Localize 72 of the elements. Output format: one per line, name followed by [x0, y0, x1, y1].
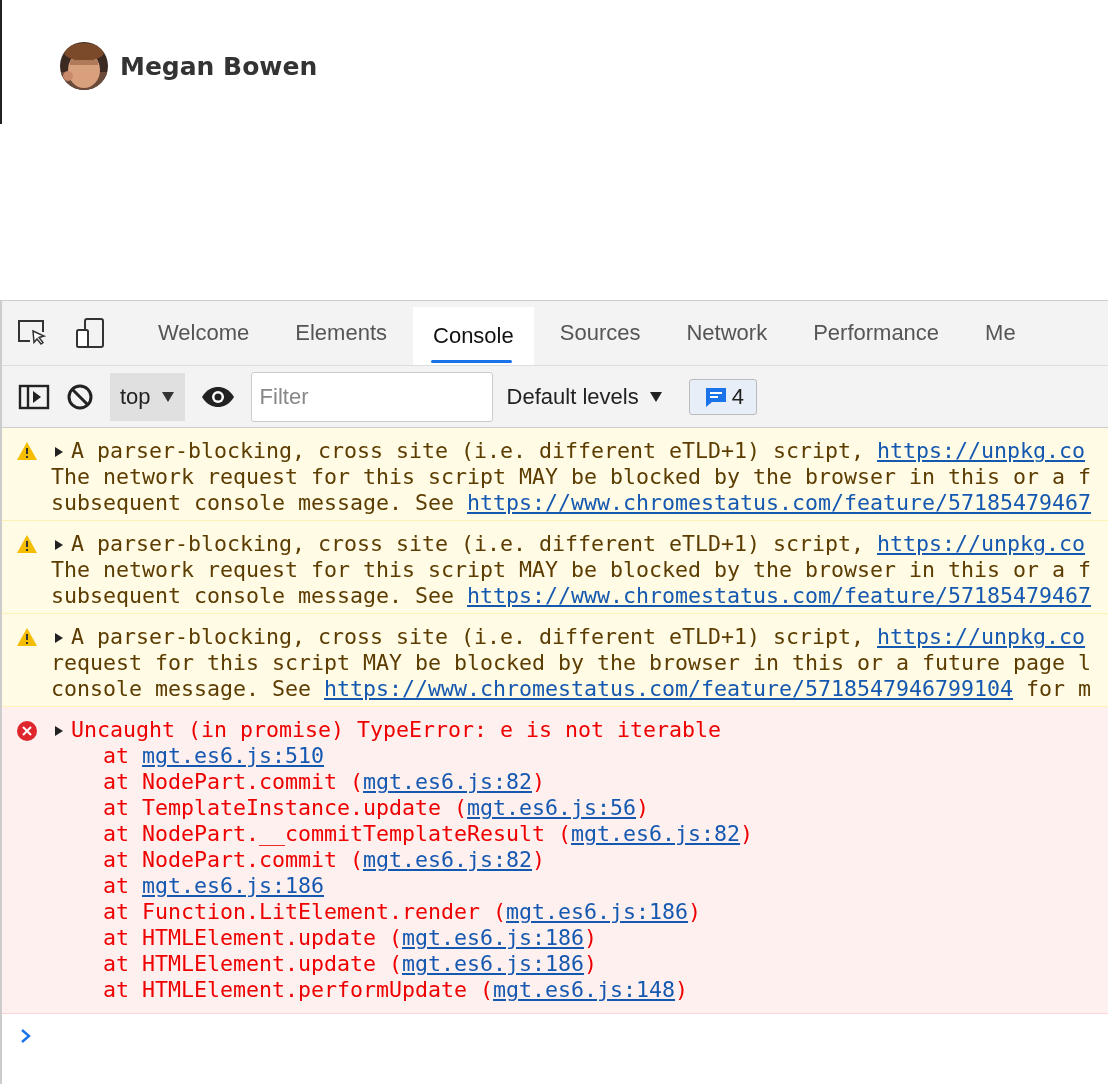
source-link[interactable]: mgt.es6.js:186	[506, 899, 689, 924]
eye-icon[interactable]	[200, 385, 235, 408]
source-link[interactable]: https://unpkg.co	[877, 438, 1086, 463]
message-text: at NodePart.__commitTemplateResult (	[102, 821, 572, 846]
caret-icon	[160, 390, 175, 403]
source-link[interactable]: mgt.es6.js:186	[402, 951, 585, 976]
message-text: request for this script MAY be blocked by the browser in this or a future page l	[51, 650, 1092, 675]
source-link[interactable]: https://unpkg.co	[877, 624, 1086, 649]
message-text: )	[636, 795, 650, 820]
source-link[interactable]: mgt.es6.js:186	[142, 873, 325, 898]
warning-icon	[16, 627, 38, 647]
message-text: A parser-blocking, cross site (i.e. different eTLD+1) script,	[71, 624, 866, 649]
message-text: The network request for this script MAY be blocked by the browser in this or a f	[51, 557, 1092, 582]
message-text: )	[532, 769, 546, 794]
message-text: The network request for this script MAY be blocked by the browser in this or a f	[51, 464, 1092, 489]
source-link[interactable]: mgt.es6.js:510	[142, 743, 325, 768]
message-text: at TemplateInstance.update (	[102, 795, 468, 820]
message-text: console message. See	[51, 676, 312, 701]
message-text: subsequent console message. See	[51, 490, 456, 515]
message-text: at NodePart.commit (	[102, 847, 363, 872]
panel-tab[interactable]: Sources	[539, 301, 661, 365]
source-link[interactable]: mgt.es6.js:186	[402, 925, 585, 950]
expand-triangle-icon[interactable]	[54, 632, 64, 644]
expand-triangle-icon[interactable]	[54, 539, 64, 551]
person-name: Megan Bowen	[120, 51, 318, 81]
source-link[interactable]: https://www.chromestatus.com/feature/57185479467	[467, 490, 1092, 515]
panel-tab[interactable]: Network	[666, 301, 788, 365]
message-text: at HTMLElement.performUpdate (	[102, 977, 494, 1002]
device-toolbar-icon[interactable]	[74, 317, 106, 349]
message-text: Uncaught (in promise) TypeError: e is not iterable	[71, 717, 722, 742]
message-text: A parser-blocking, cross site (i.e. different eTLD+1) script,	[71, 531, 866, 556]
source-link[interactable]: mgt.es6.js:56	[467, 795, 637, 820]
source-link[interactable]: https://www.chromestatus.com/feature/57185479467	[467, 583, 1092, 608]
source-link[interactable]: mgt.es6.js:148	[493, 977, 676, 1002]
panel-tab[interactable]: Console	[413, 307, 534, 365]
message-text: A parser-blocking, cross site (i.e. different eTLD+1) script,	[71, 438, 866, 463]
source-link[interactable]: https://www.chromestatus.com/feature/5718547946799104	[324, 676, 1014, 701]
message-text: at HTMLElement.update (	[102, 951, 402, 976]
message-text: at NodePart.commit (	[102, 769, 363, 794]
message-text: at Function.LitElement.render (	[102, 899, 507, 924]
clear-console-icon[interactable]	[66, 382, 94, 411]
message-count-button[interactable]: 4	[688, 378, 757, 415]
expand-triangle-icon[interactable]	[54, 446, 64, 458]
log-levels-dropdown[interactable]: Default levels	[506, 383, 663, 410]
message-text: subsequent console message. See	[51, 583, 456, 608]
warning-icon	[16, 441, 38, 461]
sidebar-toggle-icon[interactable]	[18, 383, 50, 410]
warning-icon	[16, 534, 38, 554]
caret-icon	[648, 390, 663, 403]
prompt-chevron-icon[interactable]	[20, 1028, 32, 1044]
message-text: for m	[1025, 676, 1092, 701]
context-dropdown[interactable]: top	[110, 372, 185, 421]
message-text: at	[102, 743, 130, 768]
message-text: )	[675, 977, 689, 1002]
panel-tab[interactable]: Me	[965, 301, 1036, 365]
filter-field[interactable]: Filter	[250, 371, 493, 422]
source-link[interactable]: mgt.es6.js:82	[363, 769, 533, 794]
source-link[interactable]: mgt.es6.js:82	[571, 821, 741, 846]
panel-tab[interactable]: Elements	[275, 301, 407, 365]
panel-tab[interactable]: Welcome	[138, 301, 270, 365]
source-link[interactable]: mgt.es6.js:82	[363, 847, 533, 872]
source-link[interactable]: https://unpkg.co	[877, 531, 1086, 556]
expand-triangle-icon[interactable]	[54, 725, 64, 737]
message-text: )	[532, 847, 546, 872]
message-text: )	[584, 951, 598, 976]
message-text: )	[584, 925, 598, 950]
message-text: )	[688, 899, 702, 924]
message-text: at	[102, 873, 130, 898]
panel-tab[interactable]: Performance	[793, 301, 960, 365]
message-text: )	[740, 821, 754, 846]
error-icon	[16, 720, 38, 742]
message-text: at HTMLElement.update (	[102, 925, 402, 950]
